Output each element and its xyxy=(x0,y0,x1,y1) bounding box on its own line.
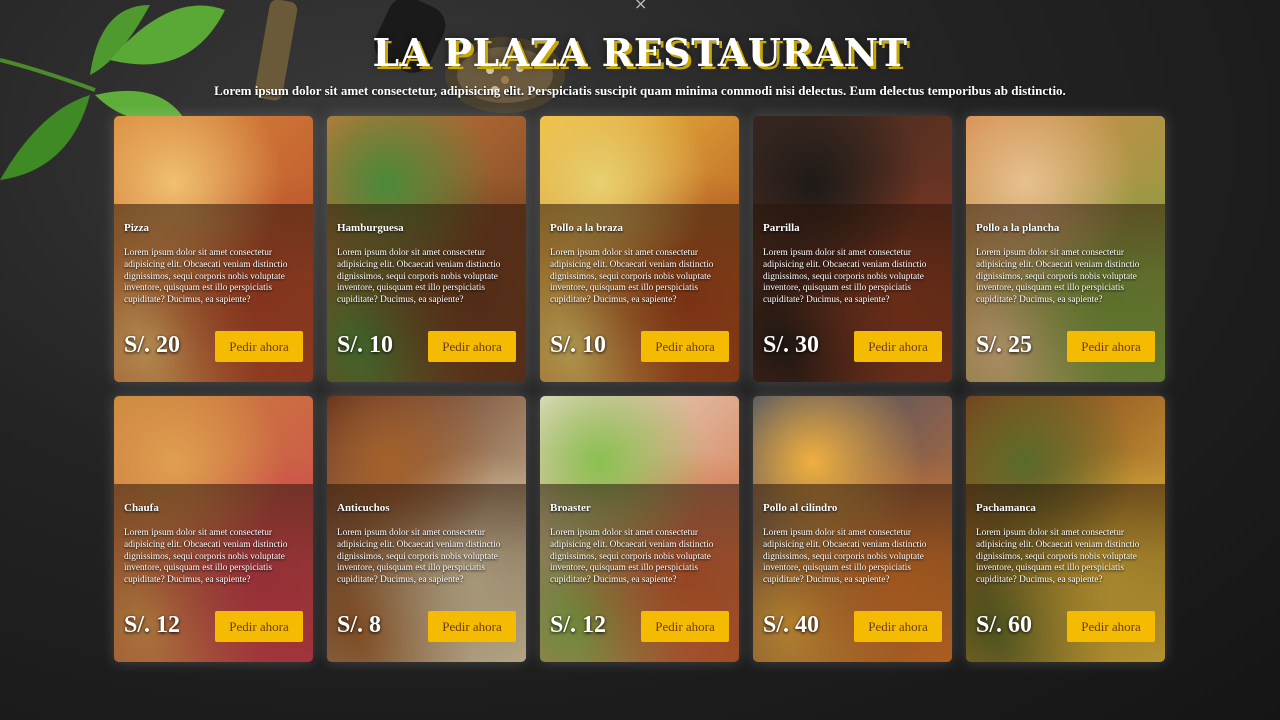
menu-card: Chaufa Lorem ipsum dolor sit amet consect… xyxy=(114,396,313,662)
menu-card: Broaster Lorem ipsum dolor sit amet conse… xyxy=(540,396,739,662)
dish-description: Lorem ipsum dolor sit amet consectetur a… xyxy=(550,528,714,586)
order-now-button[interactable]: Pedir ahora xyxy=(641,611,729,642)
dish-price: S/. 8 xyxy=(337,612,382,638)
page-header: LA PLAZA RESTAURANT Lorem ipsum dolor si… xyxy=(0,30,1280,99)
dish-name: Pollo al cilindro xyxy=(763,502,838,514)
order-now-button[interactable]: Pedir ahora xyxy=(641,331,729,362)
dish-name: Chaufa xyxy=(124,502,159,514)
menu-card: Pollo a la braza Lorem ipsum dolor sit am… xyxy=(540,116,739,382)
dish-description: Lorem ipsum dolor sit amet consectetur a… xyxy=(337,248,501,306)
dish-name: Hamburguesa xyxy=(337,222,404,234)
menu-card: Pizza Lorem ipsum dolor sit amet consecte… xyxy=(114,116,313,382)
dish-description: Lorem ipsum dolor sit amet consectetur a… xyxy=(550,248,714,306)
dish-name: Anticuchos xyxy=(337,502,390,514)
dish-description: Lorem ipsum dolor sit amet consectetur a… xyxy=(337,528,501,586)
dish-description: Lorem ipsum dolor sit amet consectetur a… xyxy=(976,528,1140,586)
page-title: LA PLAZA RESTAURANT xyxy=(372,30,908,75)
order-now-button[interactable]: Pedir ahora xyxy=(215,331,303,362)
close-icon[interactable]: × xyxy=(634,0,647,13)
menu-grid: Pizza Lorem ipsum dolor sit amet consecte… xyxy=(114,116,1165,662)
order-now-button[interactable]: Pedir ahora xyxy=(854,331,942,362)
order-now-button[interactable]: Pedir ahora xyxy=(1067,331,1155,362)
page-subtitle: Lorem ipsum dolor sit amet consectetur, … xyxy=(214,83,1066,98)
dish-description: Lorem ipsum dolor sit amet consectetur a… xyxy=(763,248,927,306)
dish-price: S/. 60 xyxy=(976,612,1033,638)
dish-description: Lorem ipsum dolor sit amet consectetur a… xyxy=(124,528,288,586)
order-now-button[interactable]: Pedir ahora xyxy=(215,611,303,642)
dish-price: S/. 20 xyxy=(124,332,181,358)
dish-price: S/. 12 xyxy=(124,612,181,638)
dish-name: Parrilla xyxy=(763,222,800,234)
menu-card: Pachamanca Lorem ipsum dolor sit amet con… xyxy=(966,396,1165,662)
menu-card: Anticuchos Lorem ipsum dolor sit amet con… xyxy=(327,396,526,662)
order-now-button[interactable]: Pedir ahora xyxy=(1067,611,1155,642)
order-now-button[interactable]: Pedir ahora xyxy=(854,611,942,642)
dish-description: Lorem ipsum dolor sit amet consectetur a… xyxy=(976,248,1140,306)
dish-price: S/. 12 xyxy=(550,612,607,638)
dish-name: Broaster xyxy=(550,502,591,514)
dish-name: Pollo a la plancha xyxy=(976,222,1060,234)
menu-card: Pollo al cilindro Lorem ipsum dolor sit a… xyxy=(753,396,952,662)
menu-card: Pollo a la plancha Lorem ipsum dolor sit … xyxy=(966,116,1165,382)
dish-description: Lorem ipsum dolor sit amet consectetur a… xyxy=(124,248,288,306)
dish-price: S/. 25 xyxy=(976,332,1033,358)
dish-name: Pizza xyxy=(124,222,150,234)
dish-price: S/. 10 xyxy=(337,332,394,358)
dish-name: Pollo a la braza xyxy=(550,222,624,234)
dish-price: S/. 40 xyxy=(763,612,820,638)
dish-price: S/. 10 xyxy=(550,332,607,358)
menu-card: Parrilla Lorem ipsum dolor sit amet conse… xyxy=(753,116,952,382)
order-now-button[interactable]: Pedir ahora xyxy=(428,611,516,642)
dish-description: Lorem ipsum dolor sit amet consectetur a… xyxy=(763,528,927,586)
menu-card: Hamburguesa Lorem ipsum dolor sit amet co… xyxy=(327,116,526,382)
dish-price: S/. 30 xyxy=(763,332,820,358)
order-now-button[interactable]: Pedir ahora xyxy=(428,331,516,362)
dish-name: Pachamanca xyxy=(976,502,1036,514)
